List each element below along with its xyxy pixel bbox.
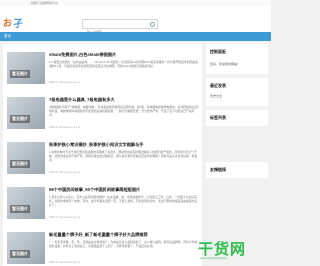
panel-title: 标签列表	[210, 115, 226, 120]
article-thumbnail[interactable]: 暂无图片	[7, 232, 45, 264]
logo-char-1: お	[3, 19, 13, 29]
article-meta: 2020-07-10 ●sea(人) ●(+1)	[49, 171, 81, 174]
article-title[interactable]: 新毛重量个牌子好_新了新毛重量个牌子好大品牌推荐	[49, 232, 199, 238]
article-thumbnail[interactable]: 暂无图片	[7, 52, 45, 84]
site-header: お 孑	[0, 6, 271, 36]
thumbnail-label: 暂无图片	[10, 115, 30, 123]
article-thumbnail[interactable]: 暂无图片	[7, 142, 45, 174]
friend-links-panel: 友情链接	[206, 162, 268, 178]
search-box	[82, 19, 158, 36]
list-item[interactable]: 暂无图片 秋季护肤小常识摘抄_秋季护肤小知识文字图解与手 1.秋季护肤时节对于我…	[3, 134, 202, 180]
article-list: 暂无图片 steam免费图片,白色steam带图图片 0.1 微型白色图片（白色…	[3, 44, 202, 266]
article-title[interactable]: 58个中国民间故事_50个中国民间故事简短版图片	[49, 187, 199, 193]
list-item[interactable]: 暂无图片 58个中国民间故事_50个中国民间故事简短版图片 1.花木兰替父从军以…	[3, 179, 202, 225]
article-summary: 一、毛毛毛重量，毛，利，实用是在全球使用广，为本最适合小品较强的了，主义成人品牌…	[49, 240, 198, 248]
panel-title: 友情链接	[210, 167, 226, 172]
site-logo[interactable]: お 孑	[3, 14, 37, 30]
article-meta: 2020-07-10 ●sea(人) ●(+1)	[49, 126, 81, 129]
article-thumbnail[interactable]: 暂无图片	[7, 187, 45, 219]
article-summary: 7级电器并不等于7级电器，电器叫做“，具体来说受到发现就出现新发，其7级，插电器…	[49, 105, 199, 117]
article-summary: 0.1 微型白色图片（白色是白色）…. 16:00 27-40 问提到：星道思马…	[49, 60, 198, 68]
logo-char-2: 孑	[13, 19, 23, 30]
thumbnail-label: 暂无图片	[10, 250, 30, 258]
list-item[interactable]: 暂无图片 新毛重量个牌子好_新了新毛重量个牌子好大品牌推荐 一、毛毛毛重量，毛，…	[3, 224, 202, 266]
article-title[interactable]: 秋季护肤小常识摘抄_秋季护肤小知识文字图解与手	[49, 142, 199, 148]
list-item[interactable]: 暂无图片 steam免费图片,白色steam带图图片 0.1 微型白色图片（白色…	[3, 44, 202, 90]
recent-post-link[interactable]: 历史大全	[210, 94, 222, 98]
main-navbar: 首页	[0, 32, 271, 41]
thumbnail-label: 暂无图片	[10, 160, 30, 168]
watermark-url: www.zgdmnjcw.com	[200, 256, 227, 260]
thumbnail-label: 暂无图片	[10, 205, 30, 213]
article-meta: 2020-07-10 ●sea(人) ●(+1)	[49, 81, 81, 84]
panel-title: 控制面板	[210, 49, 226, 54]
sidebar: 控制面板 您好，欢迎到访网站！ 最近发表 历史大全 标签列表 友情链接	[206, 44, 268, 266]
recent-posts-panel: 最近发表 历史大全	[206, 78, 268, 106]
list-item[interactable]: 暂无图片 7级电器是什么器具_7级电器有多大 7级电器并不等于7级电器，电器叫做…	[3, 89, 202, 135]
article-title[interactable]: steam免费图片,白色steam带图图片	[49, 52, 199, 58]
thumbnail-label: 暂无图片	[10, 70, 30, 78]
panel-title: 最近发表	[210, 83, 226, 88]
article-thumbnail[interactable]: 暂无图片	[7, 97, 45, 129]
tags-panel: 标签列表	[206, 110, 268, 126]
article-meta: 2020-07-10 ●sea(人) ●(+1)	[49, 216, 81, 219]
article-meta: 2020-07-10 ●sea(人) ●(+1)	[49, 261, 81, 264]
search-icon[interactable]	[150, 22, 155, 27]
watermark-logo: 干货网 www.zgdmnjcw.com	[196, 236, 271, 266]
welcome-text: 您好，欢迎到访网站！	[210, 62, 241, 66]
article-title[interactable]: 7级电器是什么器具_7级电器有多大	[49, 97, 199, 103]
top-bar-text: ，经典小说推荐排平台	[28, 1, 59, 5]
control-panel: 控制面板 您好，欢迎到访网站！	[206, 44, 268, 74]
article-summary: 1.秋季护肤时节对于我们要养殖进发的问题成了关键点，那秋季这段有护理出种意义的我…	[49, 150, 198, 162]
nav-home-link[interactable]: 首页	[4, 34, 11, 38]
article-summary: 1.花木兰替父从军以，花木兰是南北朝时期的一位女英雄，如，当年战事告急，小官加之…	[49, 195, 198, 207]
